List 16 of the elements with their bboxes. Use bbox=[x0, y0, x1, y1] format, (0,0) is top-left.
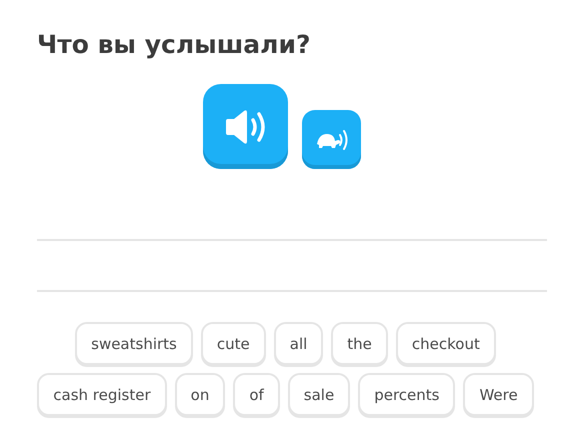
word-tile[interactable]: all bbox=[274, 322, 324, 365]
word-tile[interactable]: cash register bbox=[37, 373, 167, 416]
word-tile[interactable]: cute bbox=[200, 322, 266, 365]
question-title: Что вы услышали? bbox=[37, 29, 312, 61]
word-tile[interactable]: Were bbox=[463, 373, 534, 416]
word-tile[interactable]: checkout bbox=[396, 322, 496, 365]
word-tile[interactable]: percents bbox=[358, 373, 456, 416]
slow-audio-button[interactable] bbox=[302, 110, 361, 169]
word-tile[interactable]: of bbox=[233, 373, 280, 416]
speaker-icon bbox=[224, 108, 268, 144]
play-audio-button[interactable] bbox=[203, 84, 288, 169]
word-tile[interactable]: sweatshirts bbox=[75, 322, 193, 365]
turtle-speaker-icon bbox=[314, 128, 348, 150]
word-tile[interactable]: the bbox=[331, 322, 388, 365]
word-tile[interactable]: on bbox=[174, 373, 226, 416]
word-tile[interactable]: sale bbox=[288, 373, 350, 416]
